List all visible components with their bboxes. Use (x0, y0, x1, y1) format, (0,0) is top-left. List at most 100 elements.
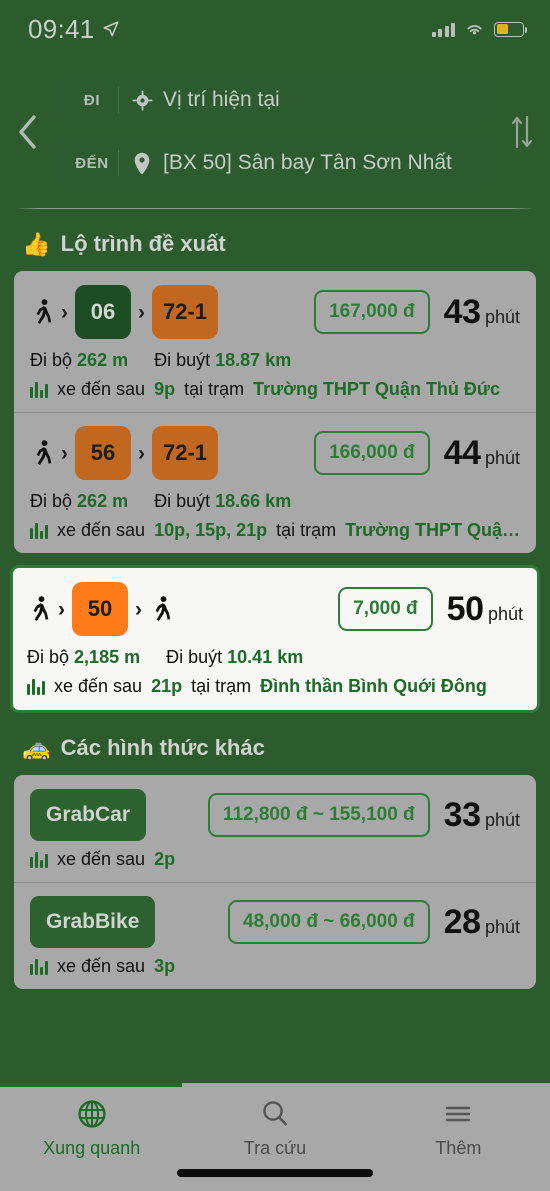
bus-metric: Đi buýt 18.87 km (154, 350, 291, 371)
arrival-prefix: xe đến sau (57, 849, 146, 869)
route-price: 167,000 đ (314, 290, 430, 334)
signal-bars-icon (30, 522, 48, 539)
origin-value: Vị trí hiện tại (163, 88, 280, 111)
walk-metric: Đi bộ 262 m (30, 491, 128, 512)
option-duration: 33 phút (443, 795, 520, 834)
status-bar-right (431, 21, 528, 37)
other-option-row[interactable]: GrabCar 112,800 đ ~ 155,100 đ 33 phút xe… (14, 775, 536, 882)
route-price-duration: 167,000 đ 43 phút (314, 290, 520, 334)
battery-low-icon (494, 21, 528, 37)
results-scroll-area[interactable]: 👍 Lộ trình đề xuất › 06 › 72-1 167,000 đ… (0, 209, 550, 1083)
bus-line-badge[interactable]: 72-1 (152, 426, 219, 480)
route-duration-value: 50 (446, 589, 484, 628)
bus-value: 18.87 km (215, 350, 292, 370)
arrival-stop-name: Trường THPT Quậ… (345, 520, 520, 540)
swap-vertical-icon (511, 115, 533, 148)
leg-separator-icon: › (138, 441, 145, 465)
option-duration: 28 phút (444, 905, 520, 939)
route-arrival: xe đến sau 9p tại trạm Trường THPT Quận … (30, 379, 520, 400)
leg-separator-icon: › (135, 597, 142, 621)
current-location-icon (131, 89, 153, 111)
arrival-stop-name: Đình thần Bình Quới Đông (260, 676, 487, 696)
route-row[interactable]: › 06 › 72-1 167,000 đ 43 phút Đi bộ 262 … (14, 271, 536, 412)
bus-line-badge[interactable]: 50 (72, 582, 128, 636)
section-header-other: 🚕 Các hình thức khác (0, 713, 550, 775)
other-options-group: GrabCar 112,800 đ ~ 155,100 đ 33 phút xe… (14, 775, 536, 989)
arrival-times: 10p, 15p, 21p (154, 520, 268, 540)
signal-bars-icon (30, 958, 48, 975)
bus-value: 10.41 km (227, 647, 304, 667)
tab-them[interactable]: Thêm (367, 1097, 550, 1159)
route-metrics: Đi bộ 262 m Đi buýt 18.66 km (30, 491, 520, 512)
walking-person-icon (27, 594, 51, 624)
arrival-times: 2p (154, 849, 176, 869)
route-arrival: xe đến sau 21p tại trạm Đình thần Bình Q… (27, 676, 523, 697)
section-header-suggested: 👍 Lộ trình đề xuất (0, 209, 550, 271)
field-divider (118, 150, 119, 176)
arrival-prefix: xe đến sau (54, 676, 143, 696)
location-fields: ĐI Vị trí hiện tại ĐẾN [BX 50] Sân bay T… (56, 74, 494, 189)
walk-metric: Đi bộ 262 m (30, 350, 128, 371)
provider-badge[interactable]: GrabCar (30, 789, 147, 841)
route-row-selected[interactable]: › 50 › 7,000 đ 50 phút Đi bộ 2,185 m Đi … (10, 565, 540, 713)
navigation-arrow-icon (103, 21, 119, 37)
taxi-icon: 🚕 (22, 734, 51, 761)
option-price: 48,000 đ ~ 66,000 đ (228, 900, 430, 944)
route-arrival: xe đến sau 10p, 15p, 21p tại trạm Trường… (30, 520, 520, 541)
route-legs: › 50 › (27, 582, 338, 636)
tab-xung-quanh[interactable]: Xung quanh (0, 1097, 183, 1159)
swap-locations-button[interactable] (494, 111, 550, 153)
bus-line-badge[interactable]: 06 (75, 285, 131, 339)
tab-tra-cuu[interactable]: Tra cứu (183, 1097, 366, 1159)
provider-badge[interactable]: GrabBike (30, 896, 156, 948)
walk-label: Đi bộ (30, 350, 73, 370)
other-option-row[interactable]: GrabBike 48,000 đ ~ 66,000 đ 28 phút xe … (14, 882, 536, 989)
arrival-mid: tại trạm (276, 520, 337, 540)
bus-label: Đi buýt (154, 350, 211, 370)
status-bar: 09:41 (0, 0, 550, 58)
route-metrics: Đi bộ 2,185 m Đi buýt 10.41 km (27, 647, 523, 668)
bus-label: Đi buýt (154, 491, 211, 511)
route-price-duration: 7,000 đ 50 phút (338, 587, 523, 631)
walking-person-icon (149, 594, 173, 624)
route-row[interactable]: › 56 › 72-1 166,000 đ 44 phút Đi bộ 262 … (14, 412, 536, 553)
route-duration-unit: phút (484, 306, 520, 327)
suggested-routes-group: › 06 › 72-1 167,000 đ 43 phút Đi bộ 262 … (14, 271, 536, 553)
arrival-mid: tại trạm (191, 676, 252, 696)
route-price: 166,000 đ (314, 431, 430, 475)
origin-field[interactable]: ĐI Vị trí hiện tại (56, 74, 494, 126)
status-bar-left: 09:41 (28, 14, 120, 45)
walk-label: Đi bộ (30, 491, 73, 511)
option-duration-unit: phút (484, 916, 520, 937)
leg-separator-icon: › (138, 300, 145, 324)
map-pin-icon (131, 152, 153, 175)
route-duration-value: 44 (443, 433, 481, 472)
walk-value: 262 m (77, 491, 129, 511)
route-duration: 44 phút (443, 433, 520, 472)
back-button[interactable] (0, 112, 56, 152)
route-metrics: Đi bộ 262 m Đi buýt 18.87 km (30, 350, 520, 371)
origin-tag: ĐI (83, 91, 101, 109)
route-summary: › 06 › 72-1 167,000 đ 43 phút (30, 285, 520, 339)
section-title-suggested: Lộ trình đề xuất (60, 231, 226, 256)
arrival-times: 21p (151, 676, 183, 696)
walk-value: 2,185 m (74, 647, 141, 667)
home-indicator (177, 1169, 373, 1177)
signal-bars-icon (30, 381, 48, 398)
arrival-stop-name: Trường THPT Quận Thủ Đức (253, 379, 500, 399)
bus-line-badge[interactable]: 72-1 (152, 285, 219, 339)
route-price-duration: 166,000 đ 44 phút (314, 431, 520, 475)
walk-metric: Đi bộ 2,185 m (27, 647, 140, 668)
walking-person-icon (30, 438, 54, 468)
bus-metric: Đi buýt 18.66 km (154, 491, 291, 512)
bus-line-badge[interactable]: 56 (75, 426, 131, 480)
walk-value: 262 m (77, 350, 129, 370)
wifi-icon (467, 25, 482, 35)
option-provider: GrabCar (30, 789, 208, 841)
cellular-bars-icon (431, 22, 455, 37)
option-duration-value: 33 (443, 795, 481, 834)
destination-field[interactable]: ĐẾN [BX 50] Sân bay Tân Sơn Nhất (56, 137, 494, 189)
route-price: 7,000 đ (338, 587, 433, 631)
arrival-mid: tại trạm (184, 379, 245, 399)
option-summary: GrabCar 112,800 đ ~ 155,100 đ 33 phút (30, 789, 520, 841)
